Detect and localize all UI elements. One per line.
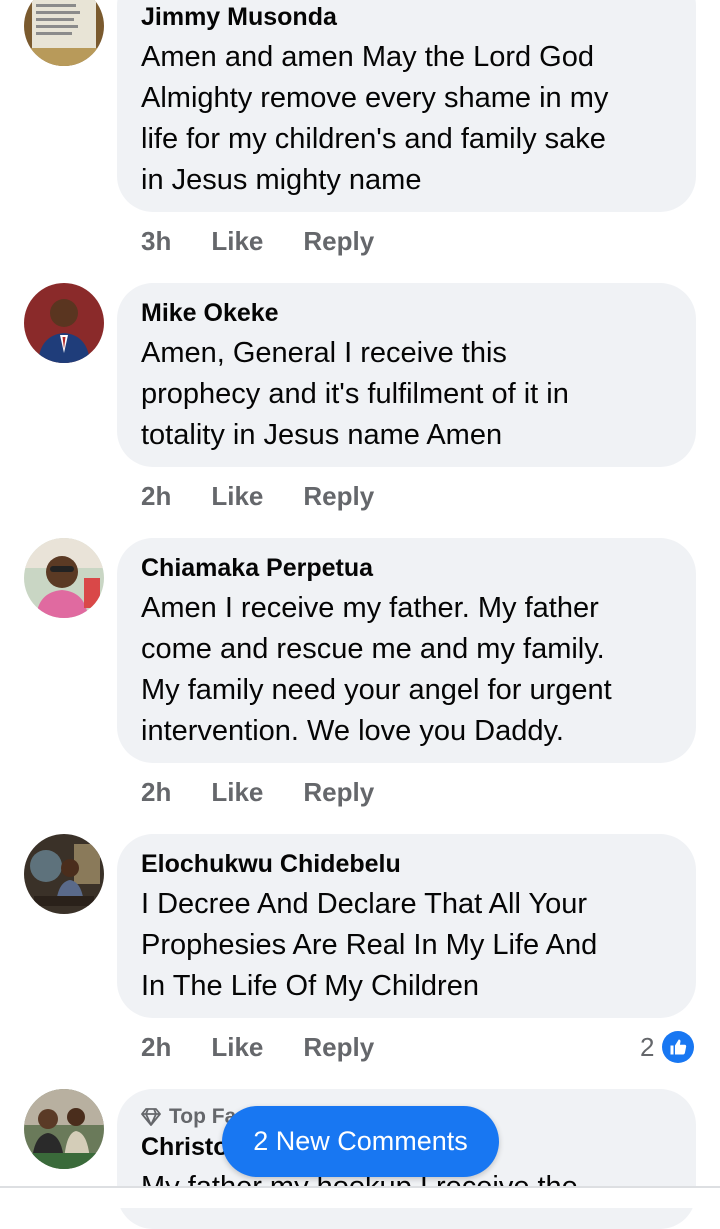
thumbs-up-icon <box>662 1031 695 1063</box>
comment-actions: 2h Like Reply <box>141 772 414 812</box>
comment-text: Amen, General I receive this prophecy an… <box>141 337 569 451</box>
reaction-summary[interactable]: 2 <box>640 1027 695 1067</box>
reply-button[interactable]: Reply <box>303 226 374 257</box>
comment-timestamp[interactable]: 2h <box>141 1032 171 1063</box>
comment-actions: 3h Like Reply <box>141 221 414 261</box>
comment-actions: 2h Like Reply <box>141 476 414 516</box>
new-comments-button[interactable]: 2 New Comments <box>222 1106 499 1177</box>
avatar[interactable] <box>24 538 104 618</box>
like-button[interactable]: Like <box>211 226 263 257</box>
comment-actions: 2h Like Reply <box>141 1027 414 1067</box>
comment-bubble[interactable]: Chiamaka Perpetua Amen I receive my fath… <box>117 538 696 763</box>
comment-bubble[interactable]: Mike Okeke Amen, General I receive this … <box>117 283 696 467</box>
avatar[interactable] <box>24 1089 104 1169</box>
like-button[interactable]: Like <box>211 481 263 512</box>
comment-bubble[interactable]: Elochukwu Chidebelu I Decree And Declare… <box>117 834 696 1018</box>
avatar[interactable] <box>24 0 104 66</box>
comment-timestamp[interactable]: 2h <box>141 777 171 808</box>
commenter-name[interactable]: Jimmy Musonda <box>141 3 337 32</box>
avatar[interactable] <box>24 283 104 363</box>
comment-timestamp[interactable]: 2h <box>141 481 171 512</box>
commenter-name[interactable]: Mike Okeke <box>141 299 279 328</box>
commenter-name[interactable]: Chiamaka Perpetua <box>141 554 373 583</box>
comment-bubble[interactable]: Jimmy Musonda Amen and amen May the Lord… <box>117 0 696 212</box>
commenter-name[interactable]: Christo <box>141 1133 229 1162</box>
bottom-divider <box>0 1186 720 1208</box>
commenter-name[interactable]: Elochukwu Chidebelu <box>141 850 401 879</box>
avatar[interactable] <box>24 834 104 914</box>
comment-text: I Decree And Declare That All Your Proph… <box>141 888 598 1002</box>
comment-text: Amen and amen May the Lord God Almighty … <box>141 41 609 196</box>
reply-button[interactable]: Reply <box>303 1032 374 1063</box>
like-button[interactable]: Like <box>211 777 263 808</box>
comment-text: Amen I receive my father. My father come… <box>141 592 612 747</box>
reaction-count: 2 <box>640 1031 655 1062</box>
like-button[interactable]: Like <box>211 1032 263 1063</box>
diamond-icon <box>141 1108 161 1126</box>
top-fan-badge: Top Fa <box>141 1105 236 1129</box>
reply-button[interactable]: Reply <box>303 777 374 808</box>
comment-timestamp[interactable]: 3h <box>141 226 171 257</box>
reply-button[interactable]: Reply <box>303 481 374 512</box>
